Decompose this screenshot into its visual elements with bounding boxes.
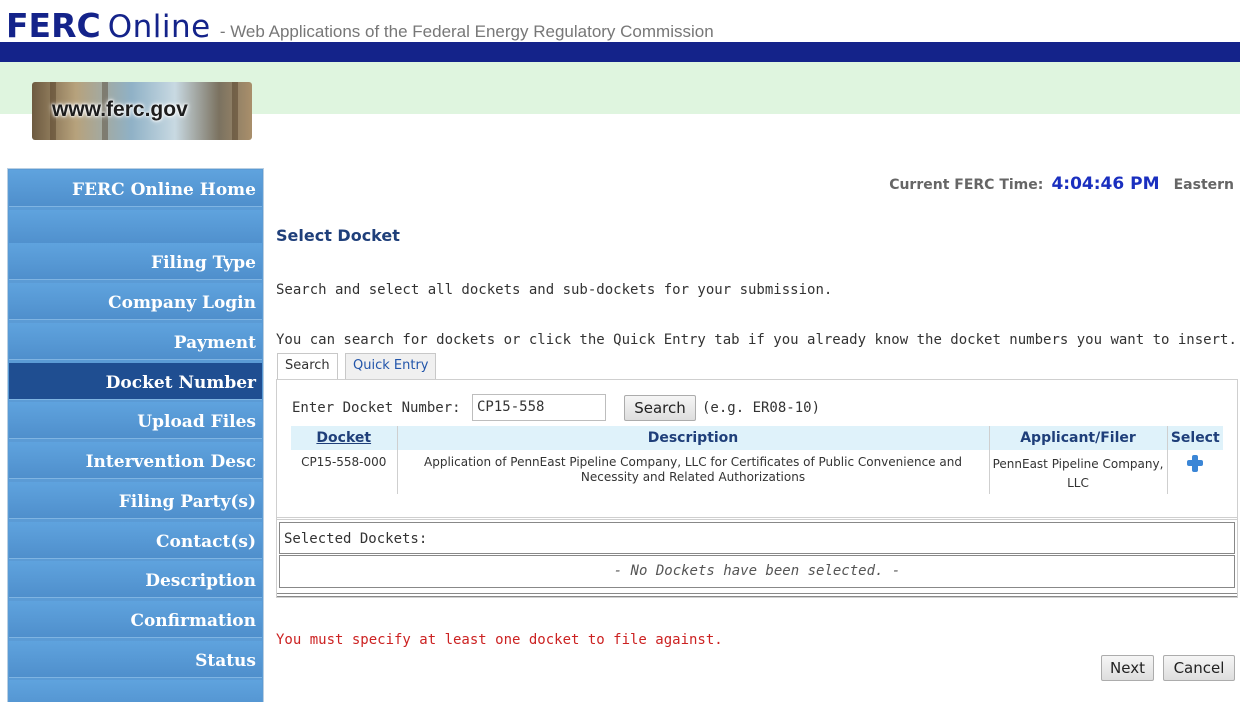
error-message: You must specify at least one docket to … (276, 632, 723, 648)
column-header-applicant: Applicant/Filer (989, 426, 1168, 450)
sidebar-item-company-login[interactable]: Company Login (9, 283, 262, 320)
sidebar-item-description[interactable]: Description (9, 561, 262, 598)
sidebar-item-filing-party[interactable]: Filing Party(s) (9, 482, 262, 519)
sidebar-item-contacts[interactable]: Contact(s) (9, 522, 262, 559)
badge-decoration (232, 82, 238, 140)
sidebar-item-filing-type[interactable]: Filing Type (9, 243, 262, 280)
sidebar-item-docket-number[interactable]: Docket Number (9, 363, 262, 400)
sidebar-item-blank (9, 210, 262, 247)
results-table: Docket Description Applicant/Filer Selec… (291, 426, 1223, 494)
header-blue-band (0, 42, 1240, 62)
cell-applicant: PennEast Pipeline Company, LLC (989, 450, 1168, 494)
sidebar-item-upload-files[interactable]: Upload Files (9, 402, 262, 439)
sidebar-item-confirmation[interactable]: Confirmation (9, 601, 262, 638)
clock-time: 4:04:46 PM (1051, 174, 1160, 194)
divider (277, 517, 1237, 520)
sidebar-item-payment[interactable]: Payment (9, 323, 262, 360)
divider (277, 593, 1237, 597)
column-header-select: Select (1167, 426, 1223, 450)
ferc-clock: Current FERC Time: 4:04:46 PM Eastern (889, 174, 1234, 194)
docket-example-text: (e.g. ER08-10) (702, 400, 821, 416)
no-dockets-message: - No Dockets have been selected. - (279, 555, 1235, 588)
hint-text: You can search for dockets or click the … (276, 332, 1237, 348)
intro-text: Search and select all dockets and sub-do… (276, 282, 833, 298)
ferc-gov-badge[interactable]: www.ferc.gov (32, 82, 252, 140)
docket-sort-link[interactable]: Docket (316, 430, 371, 446)
ferc-online-logo: FERC Online - Web Applications of the Fed… (6, 6, 714, 45)
sidebar-item-intervention-desc[interactable]: Intervention Desc (9, 442, 262, 479)
sidebar-item-ferc-online-home[interactable]: FERC Online Home (9, 170, 262, 207)
docket-number-label: Enter Docket Number: (292, 400, 461, 416)
results-header-row: Docket Description Applicant/Filer Selec… (291, 426, 1223, 450)
docket-number-input[interactable]: CP15-558 (472, 394, 606, 421)
tab-quick-entry[interactable]: Quick Entry (345, 353, 437, 379)
cell-description: Application of PennEast Pipeline Company… (397, 450, 990, 494)
sidebar-item-status[interactable]: Status (9, 641, 262, 678)
clock-label: Current FERC Time: (889, 177, 1044, 193)
clock-zone: Eastern (1173, 177, 1234, 193)
search-button[interactable]: Search (624, 395, 696, 421)
cancel-button[interactable]: Cancel (1163, 655, 1235, 681)
plus-icon[interactable] (1187, 455, 1204, 472)
logo-online-text: Online (107, 9, 211, 45)
selected-dockets-header: Selected Dockets: (279, 522, 1235, 554)
selected-dockets-label: Selected Dockets: (284, 531, 428, 547)
tab-search[interactable]: Search (277, 353, 338, 380)
cell-select (1167, 450, 1223, 494)
cell-docket: CP15-558-000 (291, 450, 398, 494)
page-title: Select Docket (276, 226, 400, 245)
next-button[interactable]: Next (1101, 655, 1154, 681)
column-header-docket[interactable]: Docket (291, 426, 398, 450)
search-panel: Enter Docket Number: CP15-558 Search (e.… (276, 379, 1238, 598)
logo-tagline: - Web Applications of the Federal Energy… (219, 22, 714, 41)
sidebar-item-blank (9, 680, 262, 702)
column-header-description: Description (397, 426, 990, 450)
table-row: CP15-558-000 Application of PennEast Pip… (291, 450, 1223, 494)
ferc-gov-text: www.ferc.gov (52, 98, 188, 121)
sidebar-nav: FERC Online Home Filing Type Company Log… (7, 168, 264, 702)
logo-ferc-text: FERC (6, 6, 101, 45)
